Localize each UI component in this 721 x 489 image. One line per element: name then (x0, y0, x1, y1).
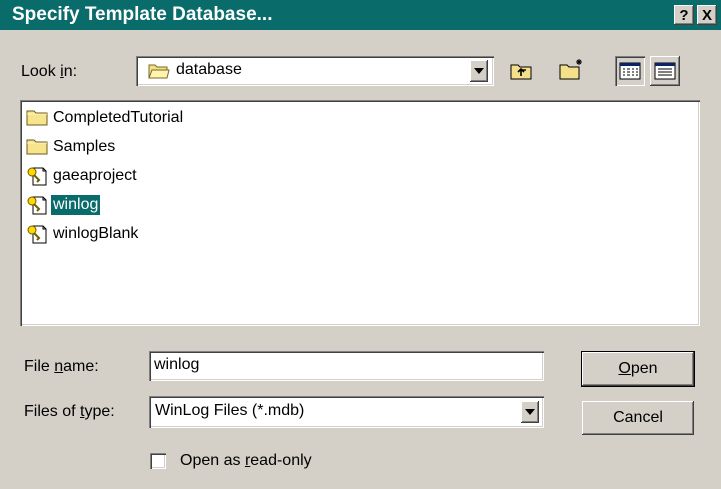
cancel-button-label: Cancel (613, 409, 663, 426)
chevron-down-icon (474, 68, 484, 74)
file-list-item[interactable]: Samples (26, 135, 117, 159)
list-view-icon (619, 62, 641, 80)
lookin-label: Look in: (21, 63, 78, 80)
file-list-item-label: winlog (49, 194, 102, 216)
open-button-label: Open (618, 360, 658, 377)
filename-label: File name: (24, 358, 99, 375)
open-folder-icon (148, 62, 170, 80)
help-icon: ? (679, 6, 689, 24)
readonly-label[interactable]: Open as read-only (180, 452, 312, 470)
filetype-label: Files of type: (24, 403, 115, 420)
file-list-item-label: CompletedTutorial (53, 109, 184, 126)
details-view-icon (654, 62, 676, 80)
create-new-folder-button[interactable] (556, 54, 586, 84)
file-list-item[interactable]: CompletedTutorial (26, 106, 185, 130)
database-file-icon (26, 195, 48, 215)
title-bar: Specify Template Database... ? X (0, 0, 721, 30)
filetype-dropdown-arrow[interactable] (521, 401, 539, 423)
folder-icon (26, 137, 48, 157)
chevron-down-icon (525, 409, 535, 415)
close-icon: X (701, 6, 712, 24)
file-list-item-label: winlogBlank (53, 225, 139, 242)
folder-icon (26, 108, 48, 128)
file-list-item[interactable]: winlog (26, 193, 102, 217)
filetype-value: WinLog Files (*.mdb) (155, 402, 305, 419)
up-folder-icon (510, 64, 532, 80)
help-button[interactable]: ? (674, 5, 694, 25)
file-list-item[interactable]: gaeaproject (26, 164, 139, 188)
open-button[interactable]: Open (582, 352, 694, 386)
file-list-item-label: gaeaproject (53, 167, 137, 184)
up-one-level-button[interactable] (506, 56, 536, 86)
new-folder-icon (559, 59, 582, 80)
file-list-item[interactable]: winlogBlank (26, 222, 140, 246)
file-list-item-label: Samples (53, 138, 116, 155)
filename-value: winlog (154, 356, 200, 373)
cancel-button[interactable]: Cancel (582, 401, 694, 435)
file-list[interactable]: CompletedTutorial Samples gaeaproject winlo… (20, 100, 700, 326)
list-view-button[interactable] (615, 56, 645, 86)
details-view-button[interactable] (650, 56, 680, 86)
filename-input[interactable]: winlog (149, 351, 544, 381)
lookin-value: database (176, 61, 242, 78)
database-file-icon (26, 166, 48, 186)
database-file-icon (26, 224, 48, 244)
lookin-dropdown-arrow[interactable] (470, 60, 488, 82)
close-button[interactable]: X (697, 5, 717, 25)
readonly-checkbox[interactable] (150, 453, 166, 469)
window-title: Specify Template Database... (12, 4, 273, 25)
filetype-dropdown[interactable]: WinLog Files (*.mdb) (149, 396, 544, 428)
lookin-dropdown[interactable]: database (136, 56, 494, 86)
